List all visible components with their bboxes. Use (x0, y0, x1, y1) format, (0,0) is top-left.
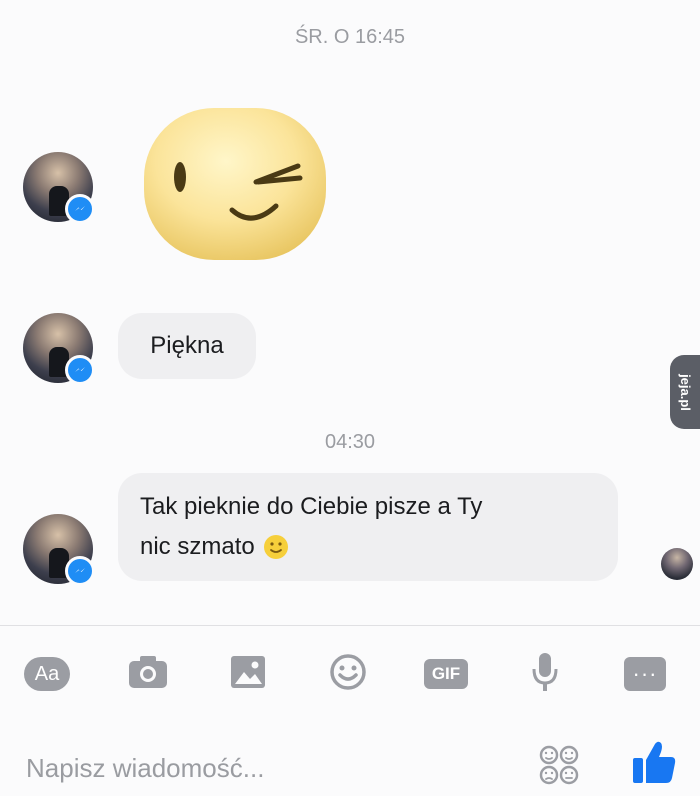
gif-button[interactable]: GIF (421, 645, 471, 703)
reaction-faces-icon (538, 745, 580, 790)
wink-emoji-sticker (138, 100, 332, 268)
slight-smile-emoji-icon (263, 534, 289, 560)
message-bubble[interactable]: Piękna (118, 313, 256, 379)
camera-icon (127, 654, 169, 695)
thumbs-up-icon (630, 741, 678, 790)
composer-toolbar: Aa GIF ··· (0, 645, 700, 703)
timestamp-night: 04:30 (324, 431, 376, 453)
text-format-icon: Aa (24, 657, 70, 691)
message-text-line: nic szmato (140, 533, 255, 560)
like-button[interactable] (630, 738, 678, 786)
emoji-button[interactable] (323, 645, 373, 703)
message-bubble[interactable]: Tak pieknie do Ciebie pisze a Ty nic szm… (118, 473, 618, 581)
sender-avatar[interactable] (23, 313, 95, 385)
smiley-icon (329, 653, 367, 696)
sender-avatar[interactable] (23, 152, 95, 224)
more-options-button[interactable]: ··· (620, 645, 670, 703)
camera-button[interactable] (123, 645, 173, 703)
messenger-badge-icon (65, 194, 95, 224)
composer-divider (0, 625, 700, 626)
more-icon: ··· (624, 657, 666, 691)
image-icon (229, 654, 267, 695)
message-text: Piękna (150, 332, 224, 359)
text-format-button[interactable]: Aa (22, 645, 72, 703)
message-text-line: Tak pieknie do Ciebie pisze a Ty (140, 493, 483, 520)
sender-avatar[interactable] (23, 514, 95, 586)
message-input[interactable] (24, 745, 508, 791)
gallery-button[interactable] (223, 645, 273, 703)
gif-icon: GIF (424, 659, 468, 689)
messenger-badge-icon (65, 556, 95, 586)
seen-indicator-avatar (661, 548, 693, 580)
jeja-watermark: jeja.pl (670, 355, 700, 429)
voice-message-button[interactable] (520, 645, 570, 703)
messenger-badge-icon (65, 355, 95, 385)
reactions-button[interactable] (538, 744, 580, 786)
timestamp-wed: ŚR. O 16:45 (294, 26, 406, 48)
microphone-icon (530, 651, 560, 698)
